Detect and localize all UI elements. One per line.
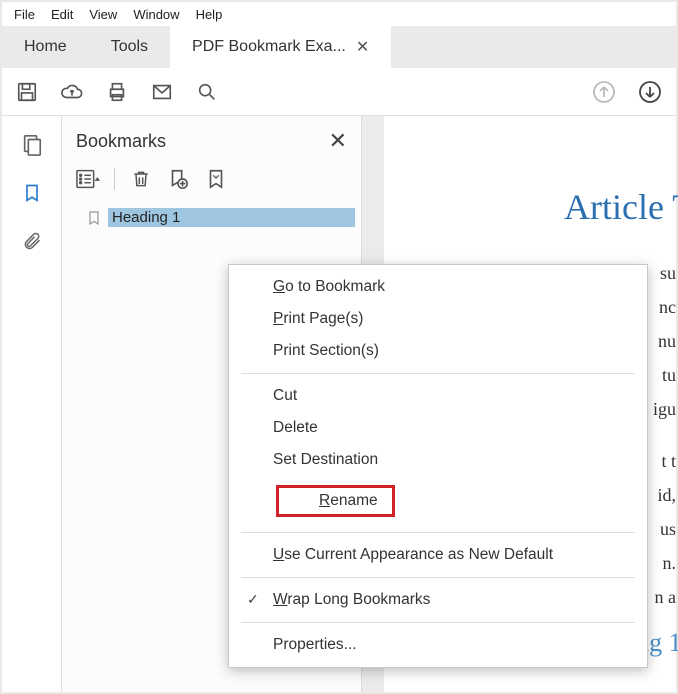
ctx-goto-bookmark[interactable]: Go to Bookmark — [229, 271, 647, 303]
expand-bookmark-icon[interactable] — [205, 168, 227, 190]
attachments-icon[interactable] — [22, 230, 42, 252]
arrow-down-circle-icon[interactable] — [638, 80, 662, 104]
separator — [241, 532, 635, 533]
menu-file[interactable]: File — [6, 5, 43, 24]
close-tab-icon[interactable]: ✕ — [356, 37, 369, 57]
tab-tools[interactable]: Tools — [89, 26, 170, 68]
delete-bookmark-icon[interactable] — [131, 168, 151, 190]
menu-view[interactable]: View — [81, 5, 125, 24]
tab-document[interactable]: PDF Bookmark Exa... ✕ — [170, 26, 391, 68]
tab-document-label: PDF Bookmark Exa... — [192, 38, 346, 56]
separator — [241, 622, 635, 623]
panel-title: Bookmarks — [76, 131, 166, 152]
close-panel-icon[interactable]: ✕ — [329, 128, 347, 154]
add-bookmark-icon[interactable] — [167, 168, 189, 190]
bookmark-label[interactable]: Heading 1 — [108, 208, 355, 227]
bookmark-ribbon-icon — [86, 209, 102, 227]
menu-help[interactable]: Help — [188, 5, 231, 24]
ctx-rename[interactable]: Rename — [229, 476, 647, 526]
ctx-print-sections[interactable]: Print Section(s) — [229, 335, 647, 367]
arrow-up-circle-icon[interactable] — [592, 80, 616, 104]
toolbar — [2, 68, 676, 116]
ctx-delete[interactable]: Delete — [229, 412, 647, 444]
separator — [114, 168, 115, 190]
context-menu: Go to Bookmark Print Page(s) Print Secti… — [228, 264, 648, 668]
separator — [241, 577, 635, 578]
article-title: Article T — [564, 186, 676, 228]
ctx-print-pages[interactable]: Print Page(s) — [229, 303, 647, 335]
panel-toolbar — [62, 164, 361, 202]
cloud-upload-icon[interactable] — [60, 81, 84, 103]
ctx-set-destination[interactable]: Set Destination — [229, 444, 647, 476]
ctx-wrap-long-bookmarks[interactable]: Wrap Long Bookmarks — [229, 584, 647, 616]
search-icon[interactable] — [196, 81, 218, 103]
menu-window[interactable]: Window — [125, 5, 187, 24]
ctx-properties[interactable]: Properties... — [229, 629, 647, 661]
ctx-cut[interactable]: Cut — [229, 380, 647, 412]
options-icon[interactable] — [76, 169, 102, 189]
separator — [241, 373, 635, 374]
print-icon[interactable] — [106, 81, 128, 103]
menu-bar: File Edit View Window Help — [2, 2, 676, 26]
bookmark-item[interactable]: Heading 1 — [86, 208, 355, 227]
ctx-use-current-appearance[interactable]: Use Current Appearance as New Default — [229, 539, 647, 571]
email-icon[interactable] — [150, 81, 174, 103]
tab-home[interactable]: Home — [2, 26, 89, 68]
save-icon[interactable] — [16, 81, 38, 103]
bookmarks-icon[interactable] — [22, 182, 42, 204]
tab-bar: Home Tools PDF Bookmark Exa... ✕ — [2, 26, 676, 68]
menu-edit[interactable]: Edit — [43, 5, 81, 24]
left-rail — [2, 116, 62, 692]
thumbnails-icon[interactable] — [21, 134, 43, 156]
